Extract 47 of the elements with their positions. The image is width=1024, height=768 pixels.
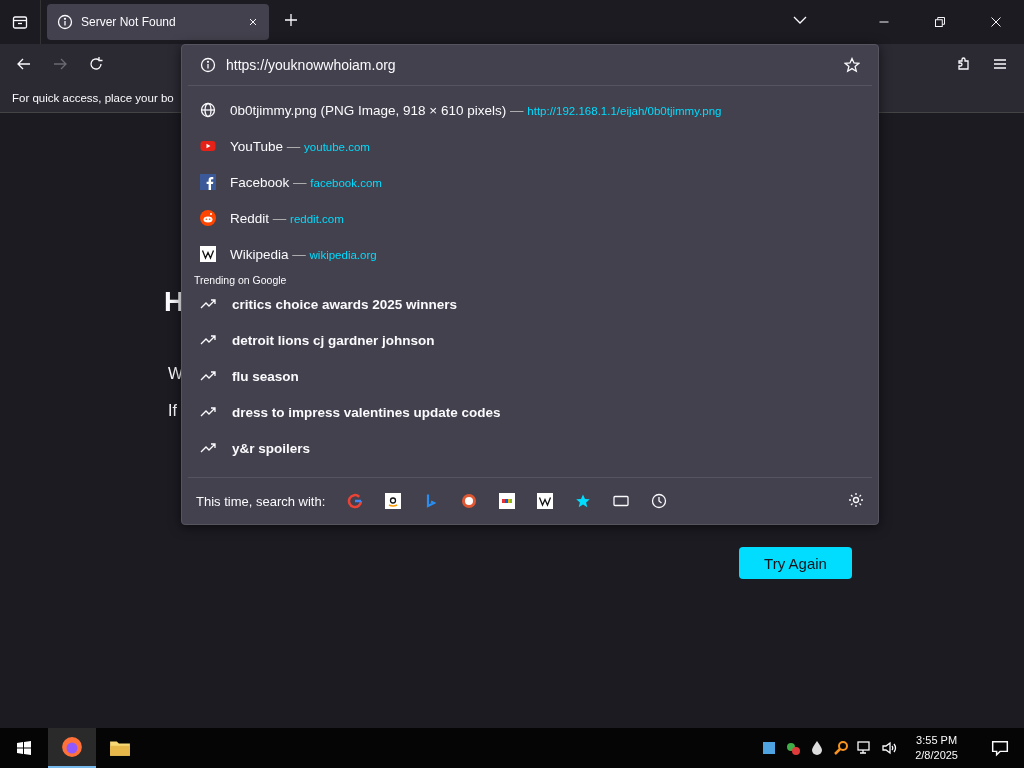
volume-icon[interactable] — [881, 740, 898, 756]
close-icon[interactable] — [247, 16, 259, 28]
tab-list-icon[interactable] — [12, 14, 28, 30]
suggestion-item[interactable]: YouTube — youtube.com — [182, 128, 878, 164]
letter-f-icon — [200, 174, 216, 190]
suggestion-item[interactable]: Wikipedia — wikipedia.org — [182, 236, 878, 272]
magnifier-icon[interactable] — [833, 740, 850, 756]
clock-date[interactable]: 2/8/2025 — [915, 748, 958, 764]
menu-icon[interactable] — [992, 56, 1008, 72]
back-icon[interactable] — [16, 56, 32, 72]
alien-face-icon — [200, 210, 216, 226]
suggestion-item[interactable]: Reddit — reddit.com — [182, 200, 878, 236]
reload-icon[interactable] — [88, 56, 104, 72]
restore-icon[interactable] — [934, 16, 946, 28]
try-again-button[interactable]: Try Again — [739, 547, 852, 579]
trending-item[interactable]: dress to impress valentines update codes — [182, 394, 878, 430]
puzzle-icon[interactable] — [956, 56, 972, 72]
video-play-icon — [200, 138, 216, 154]
globe-icon — [200, 102, 216, 118]
bookmarks-hint: For quick access, place your bo — [12, 92, 174, 104]
suggestion-item[interactable]: Facebook — facebook.com — [182, 164, 878, 200]
new-tab-icon[interactable] — [283, 12, 299, 28]
square-icon[interactable] — [761, 740, 778, 756]
star-icon[interactable] — [575, 493, 592, 509]
info-icon[interactable] — [200, 57, 216, 73]
error-text: If — [168, 402, 177, 420]
notifications-icon[interactable] — [991, 739, 1009, 757]
suggestion-item[interactable]: 0b0tjimmy.png (PNG Image, 918 × 610 pixels) — http://192.168.1.1/eijah/0b0tjimmy.png — [182, 92, 878, 128]
bookmark-star-icon[interactable] — [844, 57, 860, 73]
trending-item[interactable]: critics choice awards 2025 winners — [182, 286, 878, 322]
windows-start-icon[interactable] — [16, 740, 32, 756]
tray-app-icon[interactable] — [785, 740, 802, 756]
settings-icon[interactable] — [848, 491, 864, 508]
trending-item[interactable]: flu season — [182, 358, 878, 394]
clock-time[interactable]: 3:55 PM — [916, 732, 958, 748]
close-icon[interactable] — [990, 16, 1002, 28]
letter-w-icon[interactable] — [537, 493, 554, 509]
browser-tab[interactable]: Server Not Found — [47, 4, 269, 40]
forward-icon[interactable] — [52, 56, 68, 72]
trending-item[interactable]: y&r spoilers — [182, 430, 878, 466]
clock-icon[interactable] — [651, 493, 668, 509]
info-icon — [57, 14, 73, 30]
letter-w-icon — [200, 246, 216, 262]
tab-icon[interactable] — [613, 493, 630, 509]
trending-heading: Trending on Google — [194, 274, 288, 286]
trending-item[interactable]: detroit lions cj gardner johnson — [182, 322, 878, 358]
search-with-label: This time, search with: — [196, 493, 326, 509]
